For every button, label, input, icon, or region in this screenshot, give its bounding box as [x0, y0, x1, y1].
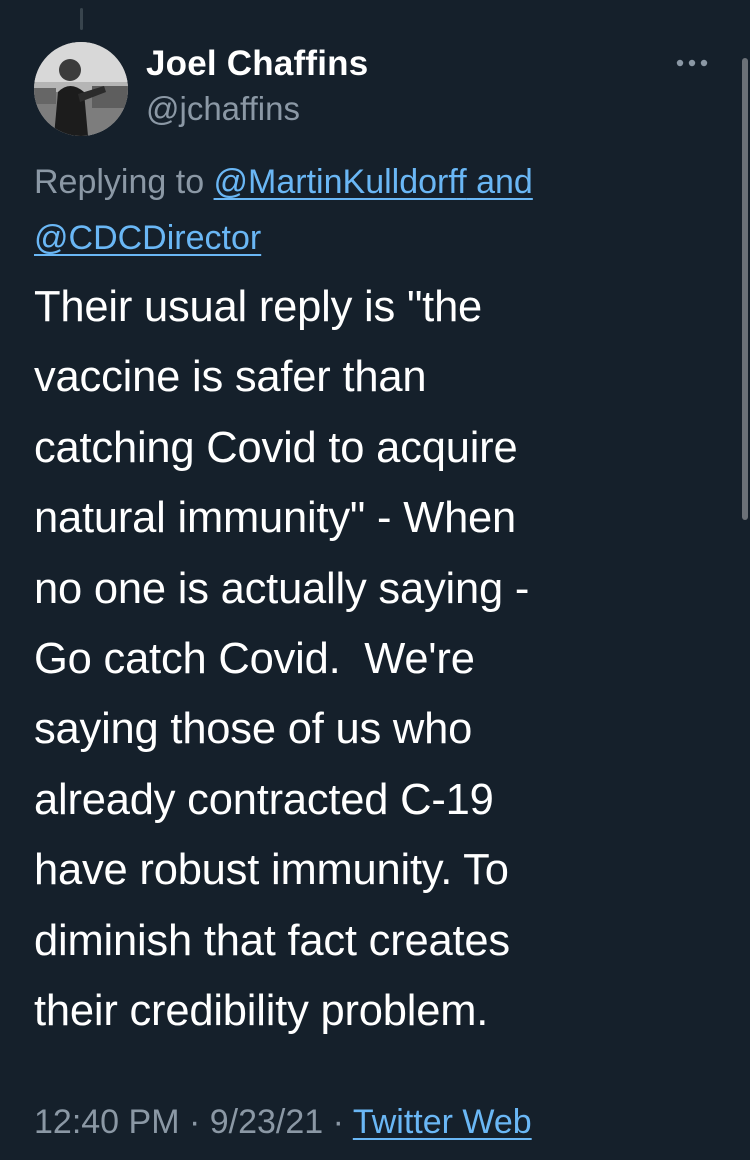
tweet-line: vaccine is safer than: [34, 353, 427, 402]
tweet-header: Joel Chaffins @jchaffins: [34, 42, 724, 138]
tweet-line: saying those of us who: [34, 705, 473, 754]
tweet-line: diminish that fact creates: [34, 916, 510, 965]
more-horizontal-icon[interactable]: [672, 56, 712, 68]
mention-conjunction: and: [466, 163, 533, 201]
tweet-line: their credibility problem.: [34, 987, 489, 1036]
tweet-text: Their usual reply is "the vaccine is saf…: [34, 272, 724, 1046]
tweet-line: natural immunity" - When: [34, 494, 517, 543]
user-handle[interactable]: @jchaffins: [146, 88, 368, 130]
tweet-line: Go catch Covid. We're: [34, 635, 475, 684]
scrollbar-thumb[interactable]: [742, 58, 748, 520]
tweet-source-link[interactable]: Twitter Web: [353, 1103, 532, 1141]
replying-to: Replying to @MartinKulldorff and @CDCDire…: [34, 154, 724, 266]
tweet-time[interactable]: 12:40 PM: [34, 1103, 180, 1141]
meta-separator: ·: [323, 1103, 353, 1141]
thread-connector-line: [80, 8, 83, 30]
tweet-line: no one is actually saying -: [34, 564, 530, 613]
tweet-line: have robust immunity. To: [34, 846, 509, 895]
replying-to-label: Replying to: [34, 163, 214, 201]
mention-cdcdirector[interactable]: @CDCDirector: [34, 219, 261, 257]
tweet-line: catching Covid to acquire: [34, 423, 518, 472]
avatar-photo: [34, 42, 128, 136]
meta-separator: ·: [179, 1103, 210, 1141]
mention-martinkulldorff: @MartinKulldorff: [213, 163, 467, 201]
avatar[interactable]: [34, 42, 128, 136]
tweet-line: Their usual reply is "the: [34, 283, 483, 331]
tweet-line: already contracted C-19: [34, 775, 494, 824]
mention-link[interactable]: @MartinKulldorff and: [214, 163, 533, 201]
tweet-metadata: 12:40 PM · 9/23/21 · Twitter Web: [34, 1100, 532, 1144]
user-names: Joel Chaffins @jchaffins: [146, 42, 368, 130]
tweet-date[interactable]: 9/23/21: [210, 1103, 323, 1141]
display-name[interactable]: Joel Chaffins: [146, 42, 368, 86]
